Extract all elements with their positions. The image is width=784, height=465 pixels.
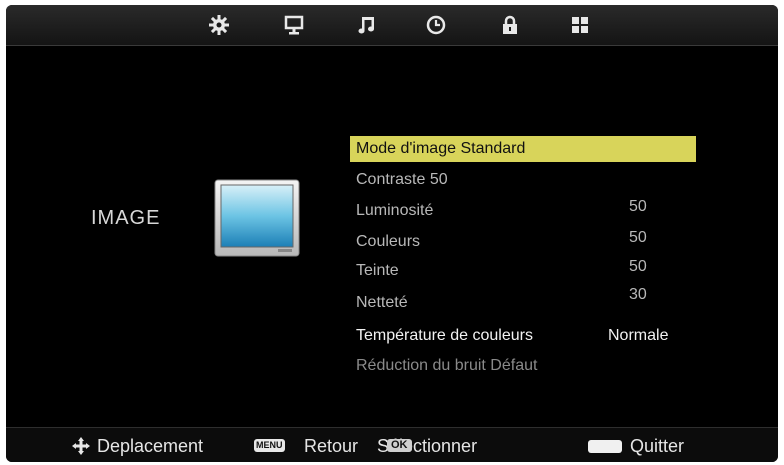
tab-setup[interactable]: [566, 11, 594, 39]
quit-hint-label: Quitter: [630, 436, 685, 456]
tab-display[interactable]: [280, 11, 308, 39]
tab-picture-settings[interactable]: [205, 11, 233, 39]
ok-key-icon: OK: [387, 439, 412, 452]
tv-osd-screen: IMAGE Mode d'image Standard Contraste 50…: [6, 5, 778, 462]
menu-item-label: Mode d'image Standard: [356, 140, 526, 157]
music-note-icon: [358, 17, 374, 34]
menu-item-color-temperature[interactable]: Température de couleurs Normale: [350, 323, 696, 349]
menu-item-label: Température de couleurs: [356, 327, 533, 344]
grid-icon: [572, 17, 588, 33]
section-title: IMAGE: [91, 207, 161, 229]
menu-item-tint[interactable]: Teinte 50: [350, 258, 696, 284]
menu-item-label: Couleurs: [356, 233, 421, 250]
lock-icon: [503, 15, 517, 34]
menu-item-picture-mode[interactable]: Mode d'image Standard: [350, 136, 696, 162]
menu-item-value: Normale: [608, 327, 669, 344]
menu-item-label: Netteté: [356, 294, 408, 311]
menu-item-sharpness[interactable]: Netteté 30: [350, 286, 696, 316]
tab-lock[interactable]: [496, 11, 524, 39]
menu-item-label: Teinte: [356, 262, 399, 279]
picture-monitor-icon: [214, 179, 300, 257]
menu-item-label: Contraste 50: [356, 171, 448, 188]
menu-item-value: 50: [629, 229, 647, 246]
tab-sound[interactable]: [353, 11, 381, 39]
menu-item-value: 50: [629, 198, 647, 215]
footer-hint-bar: Deplacement MENU Retour Sélectionner OK …: [6, 427, 778, 462]
white-key-icon: [588, 440, 622, 453]
gear-icon: [209, 15, 229, 35]
menu-item-label: Réduction du bruit Défaut: [356, 357, 538, 374]
menu-item-brightness[interactable]: Luminosité 50: [350, 198, 696, 224]
menu-item-value: 50: [629, 258, 647, 275]
menu-item-noise-reduction[interactable]: Réduction du bruit Défaut: [350, 353, 696, 379]
arrows-icon: [72, 437, 90, 455]
move-hint-label: Deplacement: [97, 436, 204, 456]
menu-item-label: Luminosité: [356, 202, 434, 219]
menu-item-contrast[interactable]: Contraste 50: [350, 167, 696, 193]
menu-key-icon: MENU: [254, 439, 285, 452]
clock-icon: [426, 15, 446, 35]
menu-item-value: 30: [629, 286, 647, 303]
monitor-icon: [284, 15, 304, 35]
top-tab-bar: [6, 5, 778, 46]
back-hint-label: Retour: [304, 436, 359, 456]
menu-item-color[interactable]: Couleurs 50: [350, 229, 696, 255]
tab-time[interactable]: [422, 11, 450, 39]
